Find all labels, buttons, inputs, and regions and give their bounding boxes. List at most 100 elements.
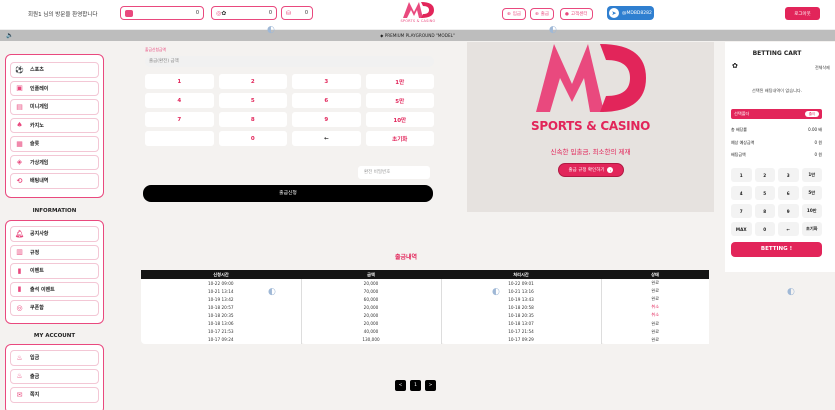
keypad-backspace[interactable]: ← bbox=[292, 131, 361, 146]
keypad-key[interactable]: 2 bbox=[218, 74, 287, 89]
cart-key[interactable]: 2 bbox=[754, 168, 775, 182]
banner-title: SPORTS & CASINO bbox=[531, 119, 650, 133]
banner-subtitle: 신속한 입출금, 최소한의 제재 bbox=[550, 148, 631, 156]
clear-all-button[interactable]: 전체삭제 bbox=[815, 65, 830, 71]
cart-key[interactable]: 1만 bbox=[801, 168, 822, 182]
sidebar-item-deposit[interactable]: ♨ 입금 bbox=[10, 350, 99, 366]
cart-key[interactable]: 6 bbox=[778, 186, 799, 200]
wallet-balance[interactable]: 0 bbox=[120, 6, 204, 20]
logout-button[interactable]: 로그아웃 bbox=[785, 7, 820, 20]
table-cell: 10-21 13:16 bbox=[441, 287, 602, 296]
rule-icon: ▥ bbox=[16, 248, 23, 257]
notice-marquee: 🔈 ◆ PREMIUM PLAYGROUND "MODEL" bbox=[0, 30, 835, 41]
table-cell: 취소 bbox=[601, 311, 709, 320]
column-header: 상태 bbox=[601, 270, 709, 279]
keypad-key[interactable]: 0 bbox=[218, 131, 287, 146]
logo[interactable]: SPORTS & CASINO bbox=[400, 0, 436, 30]
sidebar-item-virtual[interactable]: ◈ 가상게임 bbox=[10, 154, 99, 170]
keypad-key[interactable]: 5 bbox=[218, 93, 287, 108]
slot-icon: ▦ bbox=[16, 139, 23, 148]
keypad-reset[interactable]: 초기화 bbox=[365, 131, 434, 146]
amount-input[interactable]: 출금(환전) 금액 bbox=[145, 56, 434, 67]
history-body: 10-22 09:00 20,000 10-22 09:01 완료 10-21 13:1… bbox=[141, 279, 709, 344]
cart-key[interactable]: 8 bbox=[754, 204, 775, 218]
page-number-button[interactable]: 1 bbox=[410, 380, 421, 391]
table-cell: 130,000 bbox=[301, 335, 442, 344]
sidebar-account: ♨ 입금 ♨ 출금 ✉ 쪽지 bbox=[5, 344, 104, 410]
cart-key[interactable]: 5 bbox=[754, 186, 775, 200]
place-bet-button[interactable]: BETTING ! bbox=[731, 242, 822, 257]
collapse-toggle[interactable]: 줄이 bbox=[805, 111, 819, 117]
sidebar-item-event[interactable]: ▮ 이벤트 bbox=[10, 263, 99, 279]
sidebar-item-attendance[interactable]: ▮ 출석 이벤트 bbox=[10, 281, 99, 297]
keypad-key[interactable]: 10만 bbox=[365, 112, 434, 127]
user-icon: ● bbox=[565, 11, 569, 17]
keypad-key[interactable]: 8 bbox=[218, 112, 287, 127]
keypad-key[interactable]: 1 bbox=[145, 74, 214, 89]
table-cell: 10-18 20:58 bbox=[441, 303, 602, 312]
live-icon: ▣ bbox=[16, 84, 23, 93]
withdraw-button[interactable]: ⊕ 출금 bbox=[530, 8, 555, 20]
table-cell: 10-17 09:24 bbox=[141, 335, 302, 344]
telegram-button[interactable]: ➤ @MDBD8282 bbox=[607, 6, 654, 20]
sidebar-item-minigame[interactable]: ▤ 미니게임 bbox=[10, 99, 99, 115]
sidebar-item-notice[interactable]: 🔔︎ 공지사항 bbox=[10, 226, 99, 242]
page-prev-button[interactable]: < bbox=[395, 380, 406, 391]
casino-icon: ♠ bbox=[16, 121, 23, 130]
sidebar-item-rules[interactable]: ▥ 규정 bbox=[10, 244, 99, 260]
keypad-key[interactable]: 9 bbox=[292, 112, 361, 127]
keypad-key[interactable]: 5만 bbox=[365, 93, 434, 108]
withdraw-rules-button[interactable]: 출금 규정 확인하기 › bbox=[558, 163, 624, 177]
keypad-key[interactable]: 4 bbox=[145, 93, 214, 108]
sidebar-item-slot[interactable]: ▦ 슬롯 bbox=[10, 136, 99, 152]
md-logo-icon bbox=[403, 2, 434, 18]
sidebar-item-withdraw[interactable]: ♨ 출금 bbox=[10, 368, 99, 384]
page-next-button[interactable]: > bbox=[425, 380, 436, 391]
cart-key[interactable]: 1 bbox=[731, 168, 752, 182]
cart-key-backspace[interactable]: ← bbox=[778, 222, 799, 236]
promo-banner: SPORTS & CASINO 신속한 입출금, 최소한의 제재 출금 규정 확… bbox=[467, 42, 714, 212]
table-cell: 70,000 bbox=[301, 287, 442, 296]
cart-key[interactable]: 10만 bbox=[801, 204, 822, 218]
sidebar-item-inplay[interactable]: ▣ 인플레이 bbox=[10, 80, 99, 96]
table-cell: 20,000 bbox=[301, 319, 442, 328]
attendance-icon: ▮ bbox=[17, 285, 22, 294]
sidebar-item-sports[interactable]: ⚽ 스포츠 bbox=[10, 62, 99, 78]
cart-key[interactable]: 4 bbox=[731, 186, 752, 200]
table-cell: 10-18 13:07 bbox=[441, 319, 602, 328]
history-icon: ⟲ bbox=[16, 176, 23, 185]
cart-key-max[interactable]: MAX bbox=[731, 222, 752, 236]
withdraw-password-input[interactable]: 환전 비밀번호 bbox=[358, 166, 430, 179]
support-button[interactable]: ● 고객센터 bbox=[560, 8, 593, 20]
point-balance[interactable]: ⛁ 0 bbox=[281, 6, 313, 20]
sidebar-item-history[interactable]: ⟲ 배팅내역 bbox=[10, 173, 99, 189]
watermark-icon: ◐ bbox=[268, 287, 276, 297]
table-cell: 완료 bbox=[601, 335, 709, 344]
table-cell: 10-17 09:29 bbox=[441, 335, 602, 344]
cart-key[interactable]: 5만 bbox=[801, 186, 822, 200]
cart-key[interactable]: 9 bbox=[778, 204, 799, 218]
keypad-key[interactable]: 6 bbox=[292, 93, 361, 108]
soccer-icon: ⚽ bbox=[15, 65, 24, 74]
deposit-icon: ♨ bbox=[16, 353, 23, 362]
cart-key[interactable]: 7 bbox=[731, 204, 752, 218]
refresh-icon[interactable]: ✿ bbox=[732, 62, 738, 70]
sidebar-item-message[interactable]: ✉ 쪽지 bbox=[10, 387, 99, 403]
keypad-key[interactable]: 1만 bbox=[365, 74, 434, 89]
keypad-key[interactable]: 3 bbox=[292, 74, 361, 89]
table-row: 10-18 20:57 20,000 10-18 20:58 취소 bbox=[141, 303, 709, 312]
sidebar-item-casino[interactable]: ♠ 카지노 bbox=[10, 117, 99, 133]
coin-balance[interactable]: ◎ ✿ 0 bbox=[211, 6, 277, 20]
watermark-icon: ◐ bbox=[787, 287, 795, 297]
cart-key-reset[interactable]: 초기화 bbox=[801, 222, 822, 236]
withdraw-submit-button[interactable]: 출금신청 bbox=[143, 185, 433, 202]
cart-key[interactable]: 3 bbox=[778, 168, 799, 182]
keypad-key[interactable]: 7 bbox=[145, 112, 214, 127]
keypad-key[interactable] bbox=[145, 131, 214, 146]
table-cell: 60,000 bbox=[301, 295, 442, 304]
information-title: INFORMATION bbox=[32, 208, 77, 214]
sidebar-item-coupon[interactable]: ◎ 쿠폰함 bbox=[10, 300, 99, 316]
cart-title: BETTING CART bbox=[752, 50, 802, 57]
cart-key[interactable]: 0 bbox=[754, 222, 775, 236]
deposit-button[interactable]: ⊕ 입금 bbox=[502, 8, 527, 20]
